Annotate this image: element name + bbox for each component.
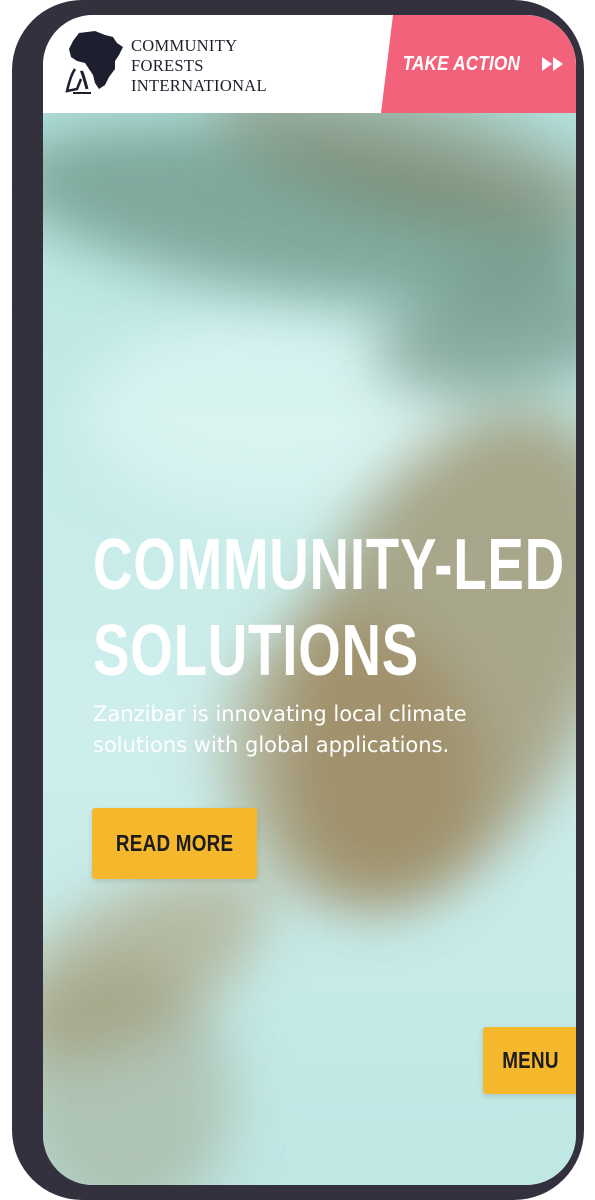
site-logo[interactable]: COMMUNITY FORESTS INTERNATIONAL bbox=[65, 29, 295, 99]
hero-title: COMMUNITY-LED SOLUTIONS bbox=[93, 522, 565, 694]
read-more-label: READ MORE bbox=[115, 830, 234, 856]
menu-button[interactable]: MENU bbox=[483, 1027, 576, 1094]
phone-frame: COMMUNITY FORESTS INTERNATIONAL TAKE ACT… bbox=[12, 0, 584, 1200]
take-action-label: TAKE ACTION bbox=[402, 52, 521, 75]
volume-down-button bbox=[12, 310, 26, 406]
hero-subtitle: Zanzibar is innovating local climate sol… bbox=[93, 702, 467, 757]
read-more-button[interactable]: READ MORE bbox=[92, 808, 257, 879]
logo-line: INTERNATIONAL bbox=[131, 76, 267, 95]
take-action-button[interactable]: TAKE ACTION bbox=[381, 15, 576, 113]
hero-title-line: SOLUTIONS bbox=[93, 611, 420, 691]
hero-title-line: COMMUNITY-LED bbox=[93, 525, 565, 605]
fast-forward-icon bbox=[541, 57, 563, 71]
menu-label: MENU bbox=[502, 1047, 559, 1073]
africa-logo-icon bbox=[65, 31, 123, 94]
phone-screen: COMMUNITY FORESTS INTERNATIONAL TAKE ACT… bbox=[43, 15, 576, 1185]
volume-up-button bbox=[12, 190, 26, 286]
logo-line: FORESTS bbox=[131, 56, 204, 75]
logo-line: COMMUNITY bbox=[131, 36, 238, 55]
logo-wordmark: COMMUNITY FORESTS INTERNATIONAL bbox=[131, 36, 267, 96]
